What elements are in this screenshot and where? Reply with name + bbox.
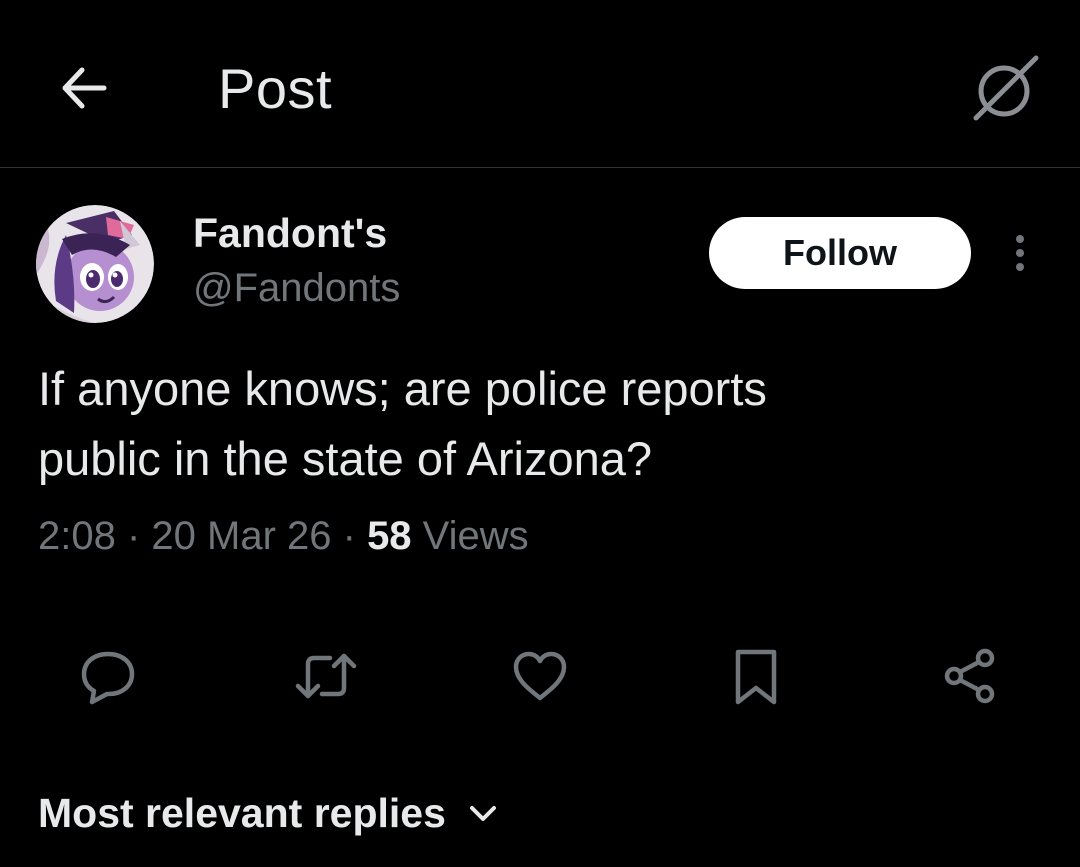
more-vertical-icon-dot	[1016, 249, 1024, 257]
meta-separator: ·	[331, 514, 368, 558]
more-vertical-icon-dot	[1016, 263, 1024, 271]
share-button[interactable]	[934, 640, 1006, 712]
author-display-name[interactable]: Fandont's	[193, 210, 387, 257]
more-options-button[interactable]	[1000, 228, 1040, 278]
post-time[interactable]: 2:08	[38, 514, 116, 558]
chevron-down-icon	[466, 802, 500, 826]
share-icon	[944, 648, 995, 704]
author-handle[interactable]: @Fandonts	[193, 266, 400, 311]
arrow-left-icon	[62, 67, 107, 109]
views-count[interactable]: 58	[367, 514, 412, 558]
like-button[interactable]	[504, 640, 576, 712]
back-button[interactable]	[54, 58, 114, 118]
action-bar	[0, 640, 1080, 712]
reply-icon	[81, 651, 135, 705]
replies-sort-label: Most relevant replies	[38, 790, 446, 836]
grok-icon	[973, 55, 1039, 121]
avatar-image	[36, 205, 154, 323]
post-text: If anyone knows; are police reports publ…	[38, 362, 767, 485]
heart-icon	[513, 651, 567, 701]
replies-sort-dropdown[interactable]: Most relevant replies	[38, 790, 500, 837]
bookmark-button[interactable]	[720, 640, 792, 712]
bookmark-icon	[735, 649, 777, 705]
top-bar: Post	[0, 0, 1080, 168]
grok-button[interactable]	[966, 48, 1046, 128]
post-date[interactable]: 20 Mar 26	[151, 514, 331, 558]
author-avatar[interactable]	[36, 205, 154, 323]
repost-icon	[295, 653, 357, 699]
meta-separator: ·	[115, 514, 152, 558]
reply-button[interactable]	[72, 640, 144, 712]
views-label[interactable]: Views	[412, 514, 529, 558]
repost-button[interactable]	[290, 640, 362, 712]
more-vertical-icon	[1016, 235, 1024, 243]
page-title: Post	[218, 57, 333, 120]
follow-button[interactable]: Follow	[709, 217, 971, 289]
post-metadata: 2:08 · 20 Mar 26 · 58 Views	[38, 514, 529, 559]
